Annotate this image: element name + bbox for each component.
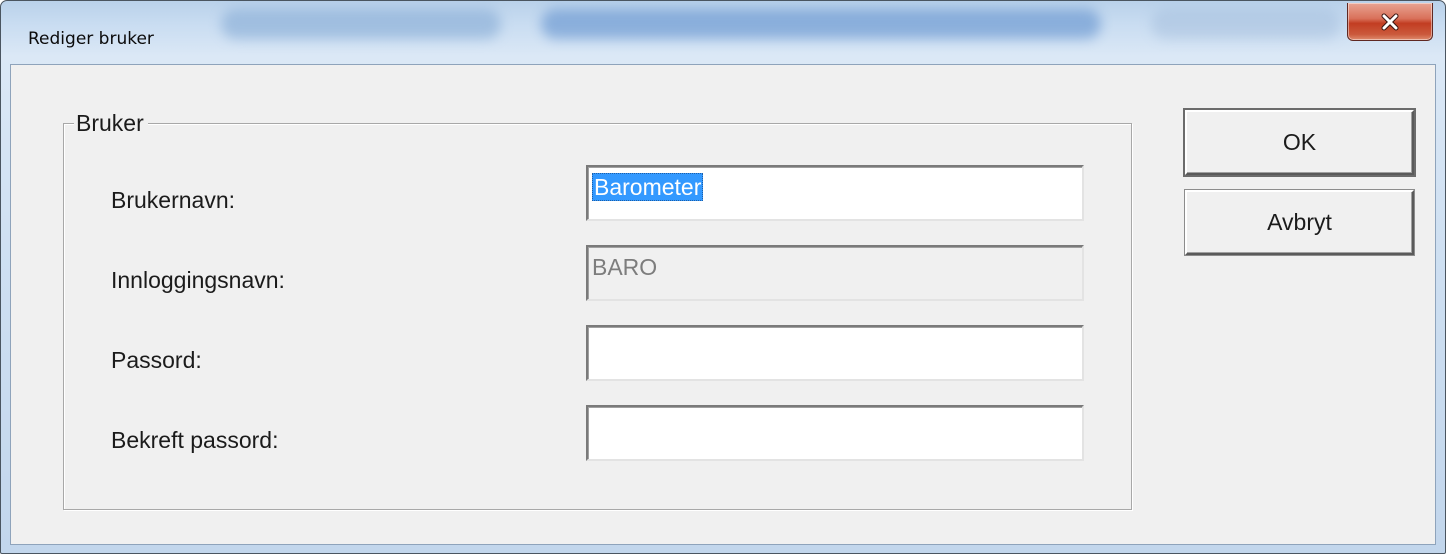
username-label: Brukernavn:: [111, 187, 236, 213]
login-name-value: BARO: [592, 254, 658, 280]
confirm-password-field[interactable]: [586, 405, 1084, 461]
dialog-content: Bruker Brukernavn: Barometer Innloggings…: [10, 64, 1436, 545]
dialog-window: Rediger bruker Bruker Brukernavn: Barome…: [0, 0, 1446, 554]
ok-button[interactable]: OK: [1185, 110, 1414, 175]
title-bar[interactable]: Rediger bruker: [1, 1, 1445, 63]
password-label: Passord:: [111, 347, 202, 373]
username-value: Barometer: [592, 173, 704, 201]
password-field[interactable]: [586, 325, 1084, 381]
close-button[interactable]: [1347, 3, 1433, 41]
confirm-password-label: Bekreft passord:: [111, 427, 279, 453]
login-name-label: Innloggingsnavn:: [111, 267, 285, 293]
group-legend: Bruker: [74, 108, 148, 138]
username-field[interactable]: Barometer: [586, 165, 1084, 221]
close-icon: [1381, 13, 1399, 30]
cancel-button[interactable]: Avbryt: [1185, 190, 1414, 255]
login-name-field: BARO: [586, 245, 1084, 301]
window-title: Rediger bruker: [28, 29, 154, 49]
